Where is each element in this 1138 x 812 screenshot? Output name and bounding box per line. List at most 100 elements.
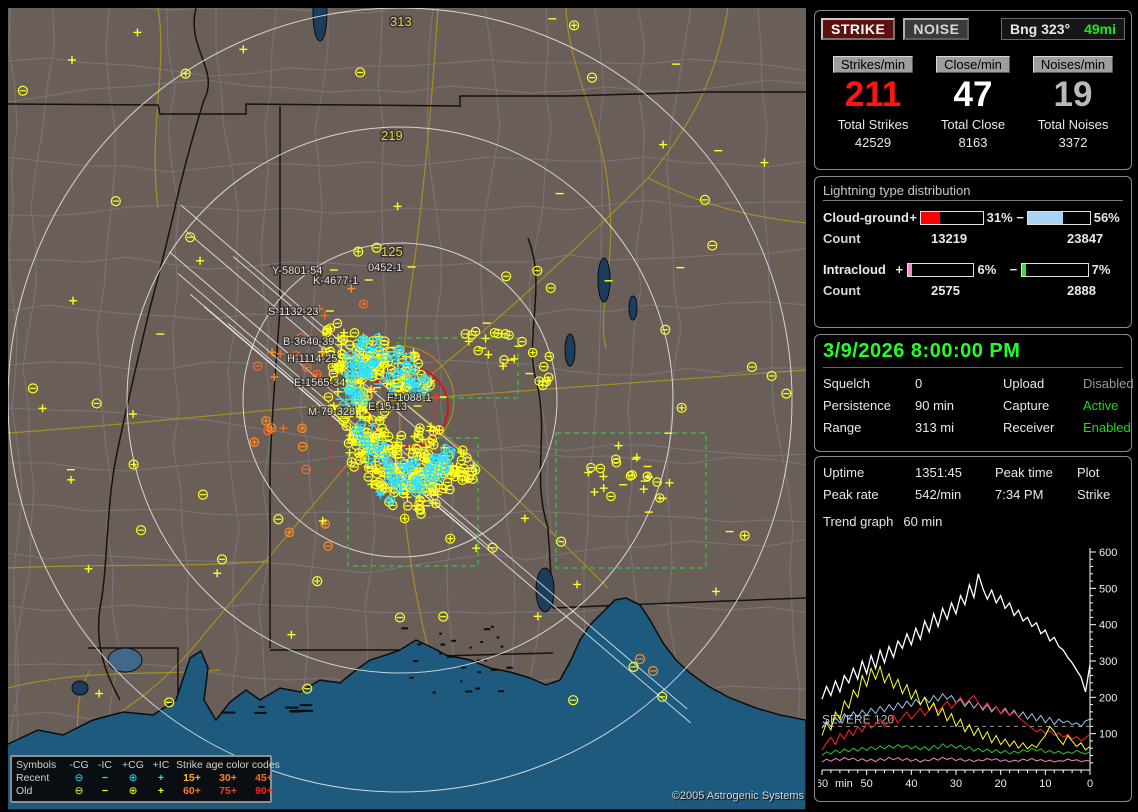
- close-per-min-chip: Close/min: [936, 56, 1010, 73]
- ic-minus-pct: 7%: [1091, 262, 1111, 277]
- cell-label: E-1565-34: [294, 377, 345, 389]
- svg-text:300: 300: [1099, 656, 1117, 668]
- nexstorm-window: 313 219 125 Y-5801-54 0452-1 K-4677-1 S-1132-2…: [0, 0, 1138, 812]
- total-close-label: Total Close: [940, 117, 1006, 132]
- legend-col-header: -IC: [98, 759, 112, 771]
- bearing-readout: Bng 323° 49mi: [1001, 18, 1125, 40]
- cg-plus-symbol: ⊕: [128, 785, 138, 797]
- peak-time-value: 7:34 PM: [995, 487, 1044, 502]
- svg-text:30: 30: [950, 778, 962, 790]
- svg-text:60: 60: [818, 778, 828, 790]
- svg-text:600: 600: [1099, 547, 1117, 559]
- strikes-per-min-chip: Strikes/min: [832, 56, 914, 73]
- receiver-label: Receiver: [1003, 420, 1055, 435]
- cg-minus-pct: 56%: [1093, 210, 1120, 225]
- total-close-value: 8163: [958, 135, 988, 150]
- age-code: 75+: [219, 785, 237, 797]
- intracloud-row: Intracloud + 6% − 7%: [823, 262, 1123, 277]
- minus-sign: −: [1016, 210, 1024, 225]
- strike-map[interactable]: 313 219 125 Y-5801-54 0452-1 K-4677-1 S-1132-2…: [8, 8, 806, 810]
- plot-label: Plot: [1077, 465, 1100, 480]
- ic-minus-symbol: −: [101, 772, 109, 784]
- range-value: 313 mi: [915, 420, 955, 435]
- strikes-per-min-value: 211: [844, 75, 902, 114]
- noise-button[interactable]: NOISE: [903, 18, 970, 40]
- uptime-label: Uptime: [823, 465, 865, 480]
- cell-label: H-1114-25: [287, 353, 337, 365]
- upload-label: Upload: [1003, 376, 1045, 391]
- cg-plus-bar: [920, 210, 984, 225]
- cloud-ground-row: Cloud-ground + 31% − 56%: [823, 210, 1123, 225]
- distribution-section: Lightning type distribution Cloud-ground…: [814, 176, 1132, 328]
- strike-button[interactable]: STRIKE: [821, 18, 896, 40]
- capture-status: Active: [1083, 398, 1119, 413]
- close-per-min-value: 47: [953, 75, 993, 114]
- strikes-counter: Strikes/min 211 Total Strikes 42529: [823, 56, 923, 150]
- count-label: Count: [823, 231, 861, 246]
- trend-series-pink: [821, 756, 1091, 763]
- plus-sign: +: [895, 262, 904, 277]
- cg-minus-bar: [1027, 210, 1091, 225]
- age-code: 15+: [183, 772, 201, 784]
- intracloud-label: Intracloud: [823, 262, 886, 277]
- range-ring-label: 313: [390, 14, 412, 29]
- trend-window-value: 60 min: [903, 514, 943, 529]
- persistence-value: 90 min: [915, 398, 955, 413]
- cg-minus-symbol: ⊖: [74, 785, 84, 797]
- ic-plus-pct: 6%: [977, 262, 997, 277]
- cg-plus-count: 13219: [931, 231, 968, 246]
- legend-col-header: +CG: [122, 759, 144, 771]
- ic-plus-symbol: +: [157, 785, 165, 797]
- squelch-value: 0: [915, 376, 923, 391]
- svg-text:0: 0: [1087, 778, 1093, 790]
- svg-text:40: 40: [905, 778, 917, 790]
- receiver-status: Enabled: [1083, 420, 1131, 435]
- cell-label: K-4677-1: [313, 275, 358, 287]
- ic-minus-count: 2888: [1067, 283, 1096, 298]
- uptime-value: 1351:45: [915, 465, 962, 480]
- trend-graph-label: Trend graph: [823, 514, 894, 529]
- cg-minus-symbol: ⊖: [74, 772, 84, 784]
- peak-time-label: Peak time: [995, 465, 1053, 480]
- cell-label: B-3640-39: [283, 336, 334, 348]
- trend-series-green: [821, 743, 1091, 756]
- cell-label: F-1088-1: [387, 392, 432, 404]
- range-ring-label: 219: [381, 128, 403, 143]
- legend-col-header: -CG: [69, 759, 89, 771]
- ic-count-row: Count 2575 2888: [823, 283, 1123, 298]
- distribution-title: Lightning type distribution: [823, 183, 1123, 201]
- squelch-label: Squelch: [823, 376, 870, 391]
- svg-text:100: 100: [1099, 729, 1117, 741]
- upload-status: Disabled: [1083, 376, 1134, 391]
- ic-plus-bar: [906, 262, 975, 277]
- age-code: 90+: [255, 785, 273, 797]
- svg-text:min: min: [835, 778, 853, 790]
- ic-plus-count: 2575: [931, 283, 960, 298]
- ic-minus-symbol: −: [101, 785, 109, 797]
- bearing-range: 49mi: [1084, 21, 1116, 37]
- age-code: 45+: [255, 772, 273, 784]
- cg-plus-symbol: ⊕: [128, 772, 138, 784]
- total-noises-value: 3372: [1058, 135, 1088, 150]
- svg-text:400: 400: [1099, 620, 1117, 632]
- bearing-label: Bng 323°: [1010, 21, 1071, 37]
- symbol-legend: Symbols -CG -IC +CG +IC Strike age color code…: [10, 755, 280, 803]
- noises-per-min-chip: Noises/min: [1032, 56, 1114, 73]
- legend-col-header: +IC: [152, 759, 170, 771]
- copyright-text: ©2005 Astrogenic Systems: [671, 790, 804, 802]
- cell-label: M-79-328: [308, 406, 355, 418]
- peak-rate-label: Peak rate: [823, 487, 879, 502]
- noises-per-min-value: 19: [1053, 75, 1093, 114]
- capture-label: Capture: [1003, 398, 1050, 413]
- svg-text:20: 20: [995, 778, 1007, 790]
- persistence-label: Persistence: [823, 398, 891, 413]
- svg-text:200: 200: [1099, 692, 1117, 704]
- range-ring-label: 125: [381, 244, 403, 259]
- datetime-display: 3/9/2026 8:00:00 PM: [823, 340, 1123, 368]
- status-section: 3/9/2026 8:00:00 PM Squelch 0 Upload Dis…: [814, 334, 1134, 452]
- cell-label: S-1132-23: [268, 306, 319, 318]
- noises-counter: Noises/min 19 Total Noises 3372: [1023, 56, 1123, 150]
- map-canvas: 313219125Y-5801-54 0452-1K-4677-1S-1132-2…: [8, 8, 806, 810]
- legend-age-title: Strike age color codes: [176, 759, 280, 771]
- cell-label: 0452-1: [368, 262, 402, 274]
